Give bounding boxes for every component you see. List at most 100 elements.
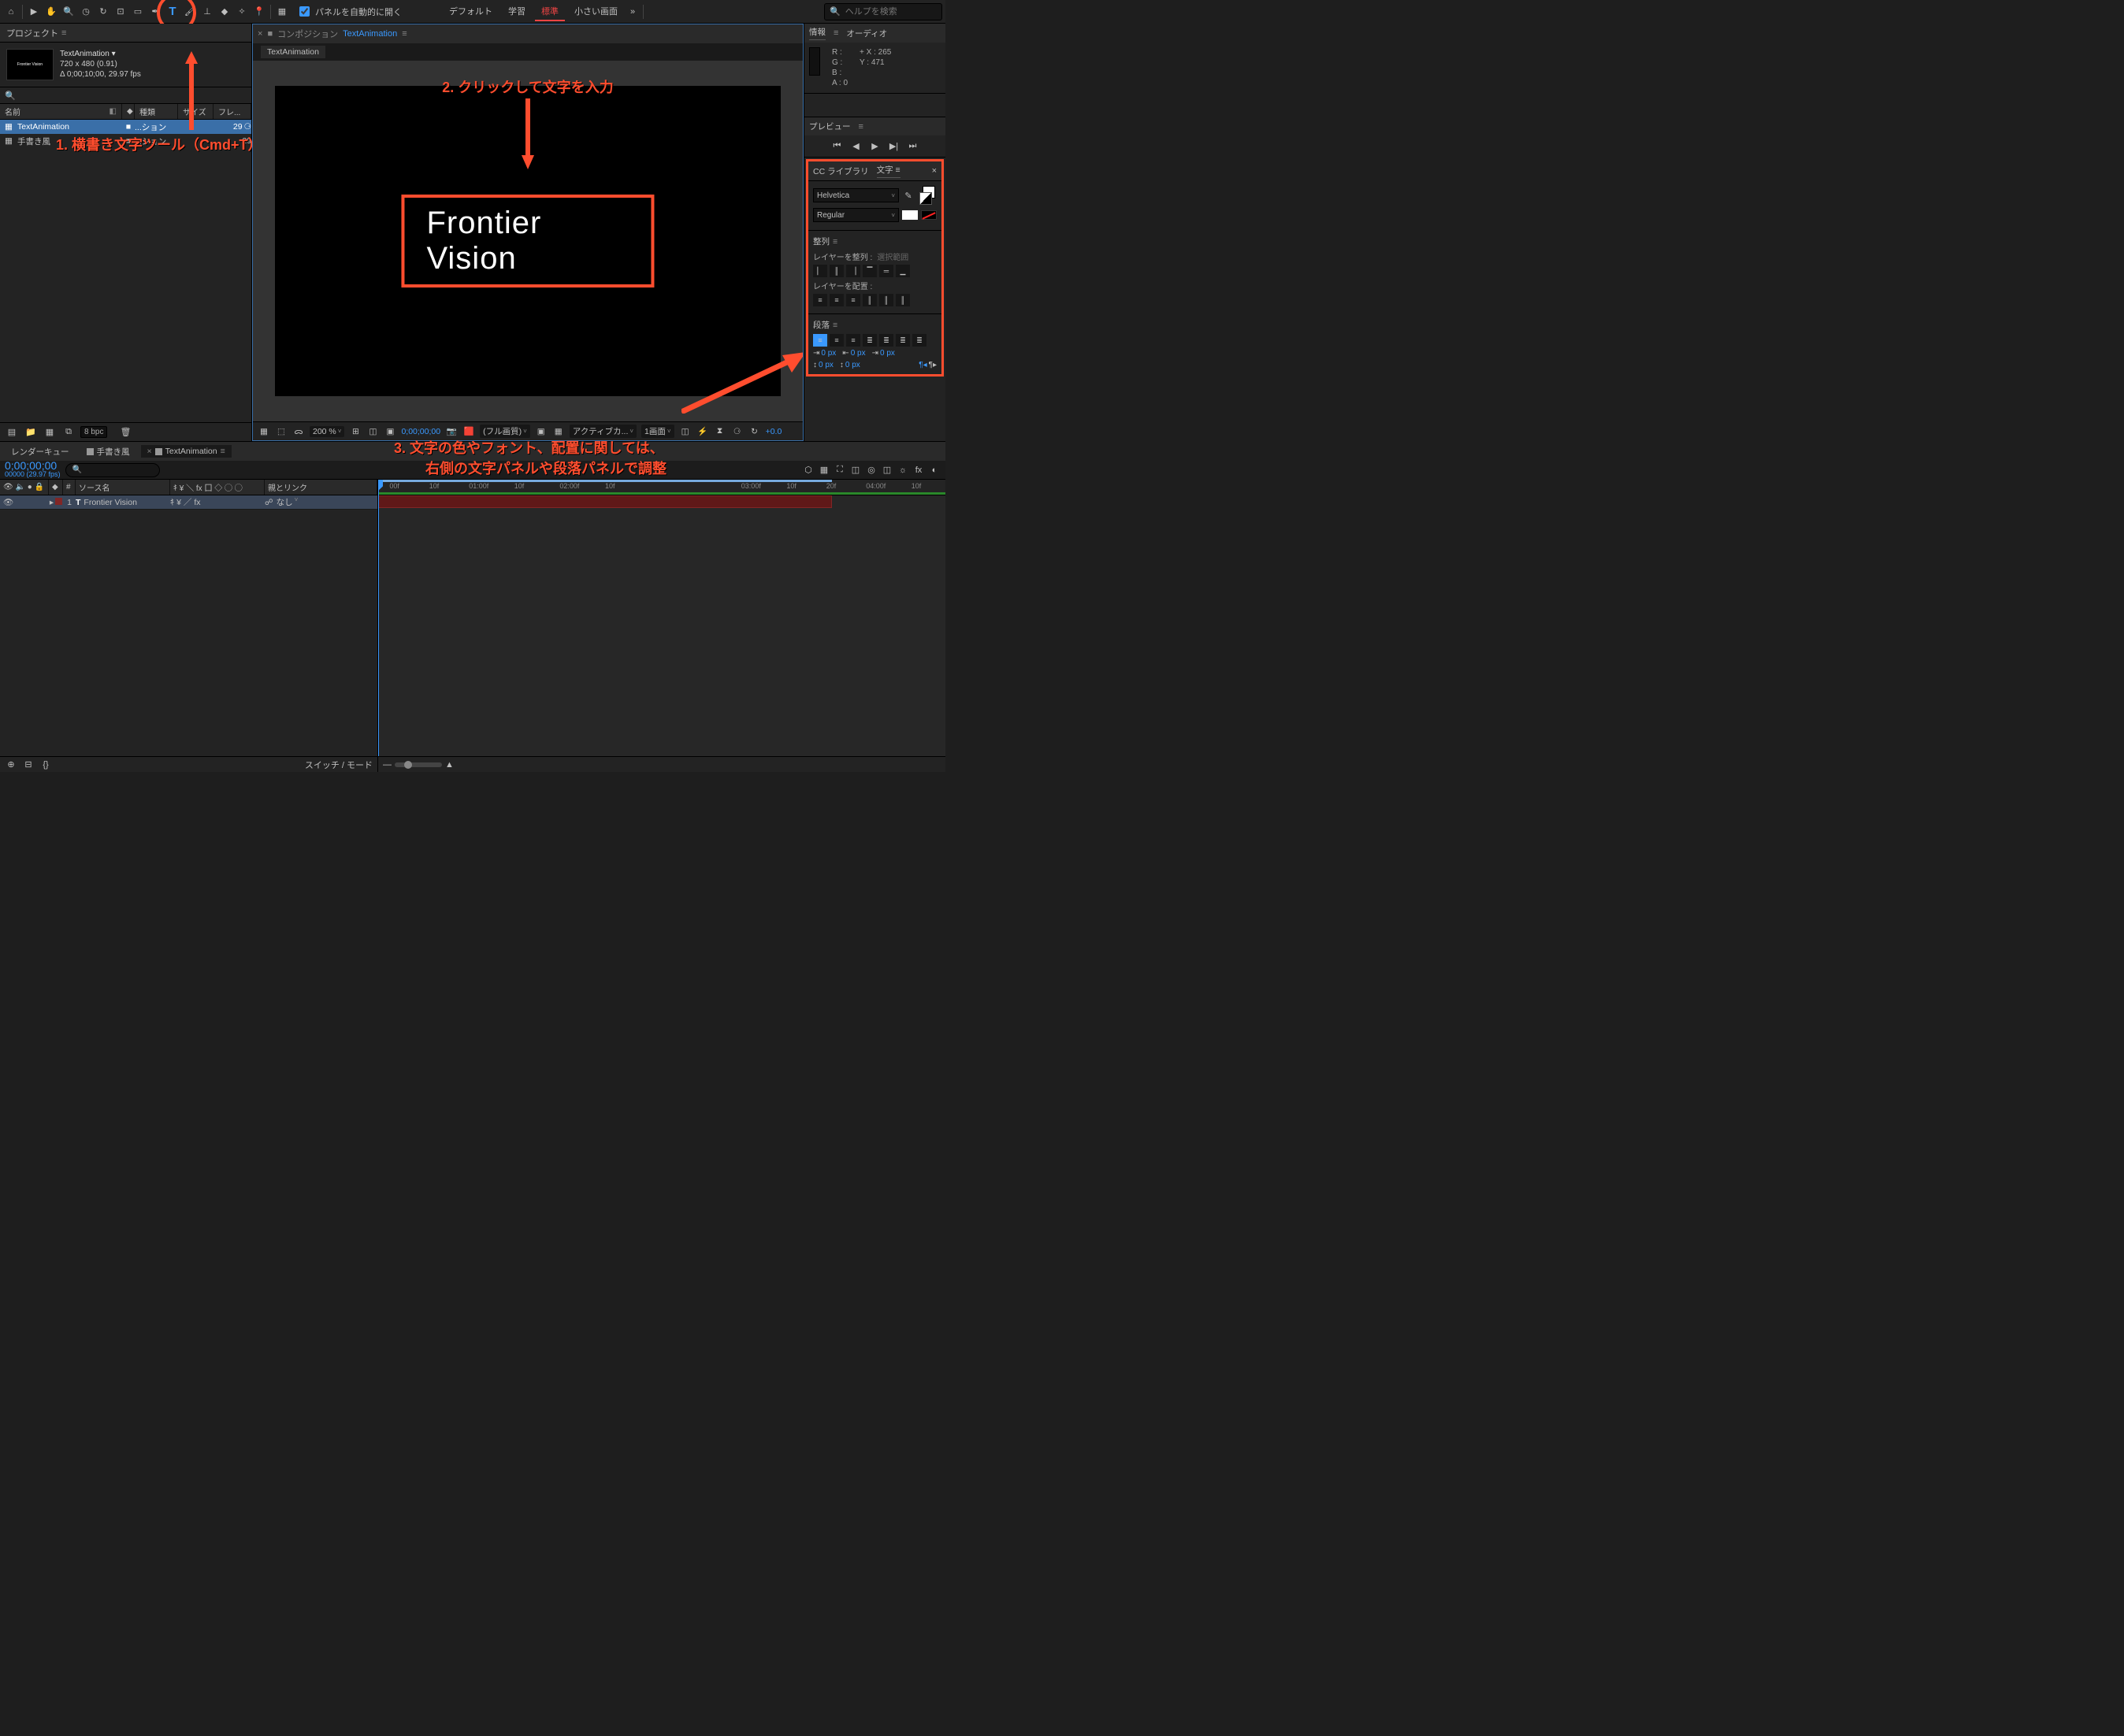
- dist-left-icon[interactable]: ║: [863, 294, 877, 306]
- quality-dropdown[interactable]: (フル画質)˅: [480, 425, 530, 438]
- next-frame-icon[interactable]: ▶|: [888, 140, 900, 153]
- hand-tool-icon[interactable]: ✋: [43, 4, 59, 20]
- exposure-value[interactable]: +0.0: [766, 427, 782, 436]
- unknown-tool-icon[interactable]: ▦: [274, 4, 290, 20]
- col-name[interactable]: 名前◧: [0, 104, 122, 119]
- eyedropper-icon[interactable]: ✎: [902, 189, 915, 202]
- toggle-in-out-icon[interactable]: {}: [39, 759, 52, 771]
- help-search-input[interactable]: [844, 6, 937, 17]
- last-frame-icon[interactable]: ⏭: [907, 140, 919, 153]
- tab-character[interactable]: 文字 ≡: [877, 164, 900, 178]
- rect-tool-icon[interactable]: ▭: [130, 4, 146, 20]
- comp-name-label[interactable]: TextAnimation ▾: [60, 49, 141, 59]
- toggle-modes-icon[interactable]: ⊟: [22, 759, 35, 771]
- adj-icon[interactable]: ◐: [928, 464, 941, 477]
- new-folder-icon[interactable]: 📁: [24, 425, 38, 440]
- tab-audio[interactable]: オーディオ: [846, 28, 887, 39]
- close-icon[interactable]: ×: [932, 166, 937, 176]
- timeline-zoom-bar[interactable]: — ▲: [378, 756, 945, 772]
- tab-preview[interactable]: プレビュー: [809, 121, 851, 132]
- help-search[interactable]: 🔍: [824, 3, 942, 20]
- font-family-dropdown[interactable]: Helvetica˅: [813, 188, 899, 202]
- para-justify-last-left-icon[interactable]: ≣: [863, 334, 877, 347]
- switches-modes-toggle[interactable]: スイッチ / モード: [305, 759, 373, 771]
- workspace-overflow-icon[interactable]: »: [626, 7, 640, 17]
- workspace-tab-learn[interactable]: 学習: [502, 2, 532, 21]
- current-timecode[interactable]: 0;00;00;00: [5, 462, 61, 470]
- grid-icon[interactable]: ▦: [258, 425, 270, 438]
- 3d-icon[interactable]: ᯅ: [292, 425, 305, 438]
- fx-icon[interactable]: fx: [912, 464, 925, 477]
- camera-dropdown[interactable]: アクティブカ...˅: [570, 425, 637, 438]
- bpc-button[interactable]: 8 bpc: [80, 426, 107, 438]
- col-size[interactable]: サイズ: [178, 104, 214, 119]
- new-comp-icon[interactable]: ▦: [43, 425, 57, 440]
- aa-icon[interactable]: ☼: [897, 464, 909, 477]
- close-icon[interactable]: ×: [258, 29, 262, 39]
- fast-preview-icon[interactable]: ⚡: [696, 425, 709, 438]
- color-tag-icon[interactable]: ■: [122, 136, 135, 146]
- tab-info[interactable]: 情報: [809, 26, 826, 40]
- pen-tool-icon[interactable]: ✒: [147, 4, 163, 20]
- fill-swatch[interactable]: [902, 210, 918, 220]
- dist-h-center-icon[interactable]: ║: [879, 294, 893, 306]
- layer-bar[interactable]: [378, 495, 832, 508]
- tab-textanimation[interactable]: × TextAnimation ≡: [141, 445, 232, 458]
- roto-tool-icon[interactable]: ✧: [234, 4, 250, 20]
- current-time-indicator[interactable]: [378, 480, 379, 772]
- font-weight-dropdown[interactable]: Regular˅: [813, 208, 899, 222]
- layer-search[interactable]: 🔍: [65, 463, 160, 477]
- brush-tool-icon[interactable]: 🖌: [182, 4, 198, 20]
- eraser-tool-icon[interactable]: ◆: [217, 4, 232, 20]
- para-align-right-icon[interactable]: ≡: [846, 334, 860, 347]
- behind-tool-icon[interactable]: ⊡: [113, 4, 128, 20]
- col-type[interactable]: 種類: [135, 104, 178, 119]
- project-setting-icon[interactable]: ⧉: [61, 425, 76, 440]
- indent-left[interactable]: ⇥0 px: [813, 349, 836, 358]
- align-target[interactable]: 選択範囲: [877, 250, 908, 262]
- first-frame-icon[interactable]: ⏮: [831, 140, 844, 153]
- text-direction[interactable]: ¶◂ ¶▸: [919, 361, 937, 369]
- puppet-tool-icon[interactable]: 📍: [251, 4, 267, 20]
- color-icon[interactable]: 🟥: [462, 425, 475, 438]
- stroke-swatch[interactable]: [921, 210, 937, 220]
- col-framerate[interactable]: フレ...: [214, 104, 251, 119]
- panel-menu-icon[interactable]: ≡: [402, 29, 407, 39]
- timeline-right[interactable]: 00f 10f 01:00f 10f 02:00f 10f 03:00f 10f…: [378, 480, 945, 772]
- dist-v-center-icon[interactable]: ≡: [830, 294, 844, 306]
- col-parent[interactable]: 親とリンク: [265, 480, 377, 495]
- twirl-icon[interactable]: ▸: [50, 498, 54, 507]
- comp-mini-flow-icon[interactable]: ⬡: [802, 464, 815, 477]
- col-av[interactable]: 👁 🔈 ● 🔒: [0, 480, 49, 495]
- zoom-out-icon[interactable]: —: [383, 760, 392, 770]
- col-source[interactable]: ソース名: [76, 480, 170, 495]
- tab-render-queue[interactable]: レンダーキュー: [5, 444, 76, 459]
- draft3d-icon[interactable]: ▦: [818, 464, 830, 477]
- indent-right[interactable]: ⇥0 px: [872, 349, 895, 358]
- text-layer-content[interactable]: Frontier Vision: [426, 206, 541, 276]
- timeline-icon[interactable]: ⧗: [714, 425, 726, 438]
- dist-top-icon[interactable]: ≡: [813, 294, 827, 306]
- align-left-icon[interactable]: ▏: [813, 265, 827, 277]
- time-ruler[interactable]: 00f 10f 01:00f 10f 02:00f 10f 03:00f 10f…: [378, 480, 945, 495]
- selection-tool-icon[interactable]: ▶: [26, 4, 42, 20]
- col-switches[interactable]: ｷ ¥ ＼ fx 囗 ◇ ◯ ◯: [170, 480, 265, 495]
- snapshot-icon[interactable]: 📷: [445, 425, 458, 438]
- dist-bottom-icon[interactable]: ≡: [846, 294, 860, 306]
- trash-icon[interactable]: 🗑: [118, 425, 132, 440]
- dist-right-icon[interactable]: ║: [896, 294, 910, 306]
- mask-icon[interactable]: ⬚: [275, 425, 288, 438]
- motionblur-icon[interactable]: ◎: [865, 464, 878, 477]
- prev-frame-icon[interactable]: ◀: [850, 140, 863, 153]
- comp-time[interactable]: 0;00;00;00: [401, 427, 440, 436]
- viewer-canvas[interactable]: Frontier Vision: [275, 86, 781, 396]
- label-color[interactable]: [55, 498, 62, 505]
- horizontal-type-tool-icon[interactable]: T: [165, 4, 180, 20]
- orbit-tool-icon[interactable]: ◷: [78, 4, 94, 20]
- breadcrumb-comp-name[interactable]: TextAnimation: [343, 29, 397, 39]
- views-dropdown[interactable]: 1画面˅: [641, 425, 674, 438]
- align-v-center-icon[interactable]: ═: [879, 265, 893, 277]
- zoom-dropdown[interactable]: 200 %˅: [310, 426, 344, 437]
- para-justify-last-right-icon[interactable]: ≣: [896, 334, 910, 347]
- workspace-tab-small[interactable]: 小さい画面: [568, 2, 624, 21]
